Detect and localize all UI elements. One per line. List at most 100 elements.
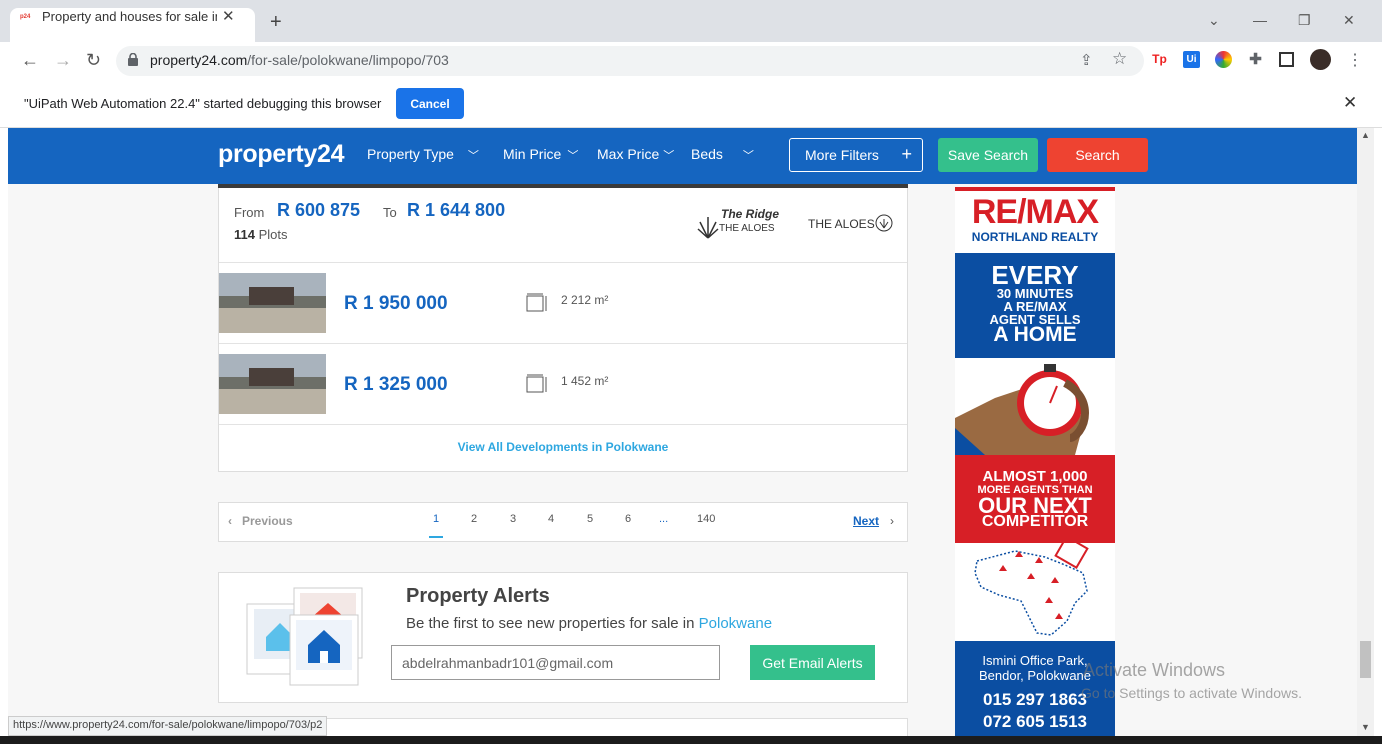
side-panel-icon[interactable] xyxy=(1279,52,1294,67)
ad-headline-2: 30 MINUTES A RE/MAX AGENT SELLS xyxy=(955,287,1115,326)
email-field[interactable] xyxy=(391,645,720,680)
next-page-link[interactable]: Next xyxy=(853,514,879,528)
unit-2-thumbnail[interactable] xyxy=(219,354,326,414)
url-path: /for-sale/polokwane/limpopo/703 xyxy=(247,52,449,68)
ad-almost-text: ALMOST 1,000 xyxy=(982,468,1088,485)
url-domain: property24.com xyxy=(150,52,248,68)
color-extension-icon[interactable] xyxy=(1215,51,1232,68)
window-close-icon[interactable]: ✕ xyxy=(1343,12,1355,29)
save-search-button[interactable]: Save Search xyxy=(938,138,1038,172)
scroll-down-icon[interactable]: ▼ xyxy=(1361,722,1370,732)
bookmark-star-icon[interactable]: ☆ xyxy=(1112,49,1127,69)
infobar-cancel-button[interactable]: Cancel xyxy=(396,88,464,119)
new-tab-icon[interactable]: + xyxy=(270,12,282,32)
aloes-emblem-icon xyxy=(875,214,893,232)
url-text[interactable]: property24.com/for-sale/polokwane/limpop… xyxy=(150,52,449,68)
africa-map-image xyxy=(955,535,1115,641)
lock-icon xyxy=(128,53,138,66)
africa-map-icon xyxy=(974,535,1089,636)
aloe-plant-icon xyxy=(697,217,719,239)
stopwatch-hand-image xyxy=(955,358,1115,455)
activate-windows-watermark: Activate Windows xyxy=(1083,660,1226,680)
the-ridge-logo: The Ridge THE ALOES xyxy=(697,207,780,241)
ridge-logo-title: The Ridge xyxy=(721,207,780,221)
infobar-message: "UiPath Web Automation 22.4" started deb… xyxy=(24,96,382,111)
floor-area-icon xyxy=(526,374,547,393)
view-all-developments-link[interactable]: View All Developments in Polokwane xyxy=(219,440,907,454)
tab-search-icon[interactable]: ⌄ xyxy=(1208,12,1220,29)
alerts-location-link[interactable]: Polokwane xyxy=(699,615,772,632)
pagination xyxy=(218,502,908,542)
share-icon[interactable]: ⇪ xyxy=(1080,51,1093,69)
to-price: R 1 644 800 xyxy=(407,200,506,220)
page-link[interactable]: 6 xyxy=(625,513,631,525)
unit-2-price[interactable]: R 1 325 000 xyxy=(344,374,448,396)
scrollbar-thumb[interactable] xyxy=(1360,641,1371,678)
beds-dropdown[interactable]: Beds ﹀ xyxy=(691,146,754,163)
minimize-icon[interactable]: — xyxy=(1253,12,1267,28)
from-price: R 600 875 xyxy=(277,200,361,220)
browser-menu-icon[interactable]: ⋮ xyxy=(1347,50,1363,70)
page-ellipsis: ... xyxy=(659,513,669,525)
divider xyxy=(219,343,907,344)
beds-label: Beds xyxy=(691,146,723,162)
status-bar-url: https://www.property24.com/for-sale/polo… xyxy=(8,716,328,736)
unit-1-area: 2 212 m² xyxy=(561,293,609,307)
stopwatch-icon xyxy=(955,364,1090,455)
plots-number: 114 xyxy=(234,227,255,242)
plus-icon: + xyxy=(901,144,912,164)
chevron-down-icon: ﹀ xyxy=(567,150,579,162)
previous-label: Previous xyxy=(242,514,293,528)
get-email-alerts-button[interactable]: Get Email Alerts xyxy=(750,645,875,680)
ad-brand-sub: NORTHLAND REALTY xyxy=(971,230,1099,244)
page-link[interactable]: 2 xyxy=(471,513,477,525)
ad-headline-3: A HOME xyxy=(993,323,1077,346)
restore-icon[interactable]: ❐ xyxy=(1298,12,1311,29)
plots-label: Plots xyxy=(258,227,288,242)
ad-brand: RE/MAX xyxy=(971,193,1099,231)
page-link[interactable]: 5 xyxy=(587,513,593,525)
reload-icon[interactable]: ↻ xyxy=(86,50,101,70)
avatar[interactable] xyxy=(1310,49,1331,70)
property-alerts-subtitle: Be the first to see new properties for s… xyxy=(406,615,772,632)
ad-competitor-text: COMPETITOR xyxy=(981,513,1089,530)
chevron-left-icon: ‹ xyxy=(228,514,232,528)
site-logo[interactable]: property24 xyxy=(218,140,345,169)
tp-extension-icon[interactable]: Tp xyxy=(1151,51,1168,68)
uipath-extension-icon[interactable]: Ui xyxy=(1183,51,1200,68)
max-price-dropdown[interactable]: Max Price ﹀ xyxy=(597,146,674,163)
chevron-down-icon: ﹀ xyxy=(467,150,479,162)
divider xyxy=(219,262,907,263)
min-price-dropdown[interactable]: Min Price ﹀ xyxy=(503,146,578,163)
unit-1-price[interactable]: R 1 950 000 xyxy=(344,293,448,315)
previous-page-link[interactable]: ‹ Previous xyxy=(228,514,293,528)
floor-area-icon xyxy=(526,293,547,312)
from-label: From xyxy=(234,205,265,220)
max-price-label: Max Price xyxy=(597,146,660,162)
activate-windows-hint: Go to Settings to activate Windows. xyxy=(1081,685,1302,701)
alerts-houses-illustration xyxy=(246,587,363,686)
development-image[interactable] xyxy=(218,184,908,188)
page-link[interactable]: 1 xyxy=(433,513,439,525)
back-icon[interactable]: ← xyxy=(21,50,39,70)
extensions-puzzle-icon[interactable]: ✚ xyxy=(1247,51,1264,68)
min-price-label: Min Price xyxy=(503,146,562,162)
plots-count: 114 Plots xyxy=(234,227,288,242)
current-page-indicator xyxy=(429,536,443,538)
property-alerts-title: Property Alerts xyxy=(406,585,550,607)
infobar-close-icon[interactable]: ✕ xyxy=(1343,93,1357,113)
tab-close-icon[interactable]: ✕ xyxy=(222,7,235,25)
more-filters-button[interactable]: More Filters + xyxy=(789,138,923,172)
chevron-right-icon[interactable]: › xyxy=(890,514,894,528)
property-type-dropdown[interactable]: Property Type ﹀ xyxy=(367,146,479,163)
page-link[interactable]: 4 xyxy=(548,513,554,525)
tab-title: Property and houses for sale in P xyxy=(42,9,217,24)
page-link[interactable]: 3 xyxy=(510,513,516,525)
search-button[interactable]: Search xyxy=(1047,138,1148,172)
scroll-up-icon[interactable]: ▲ xyxy=(1361,130,1370,140)
page-link[interactable]: 140 xyxy=(697,513,715,525)
forward-icon[interactable]: → xyxy=(54,50,72,70)
ad-phone-2: 072 605 1513 xyxy=(983,712,1087,731)
ad-headline-1: EVERY xyxy=(991,260,1079,290)
unit-1-thumbnail[interactable] xyxy=(219,273,326,333)
